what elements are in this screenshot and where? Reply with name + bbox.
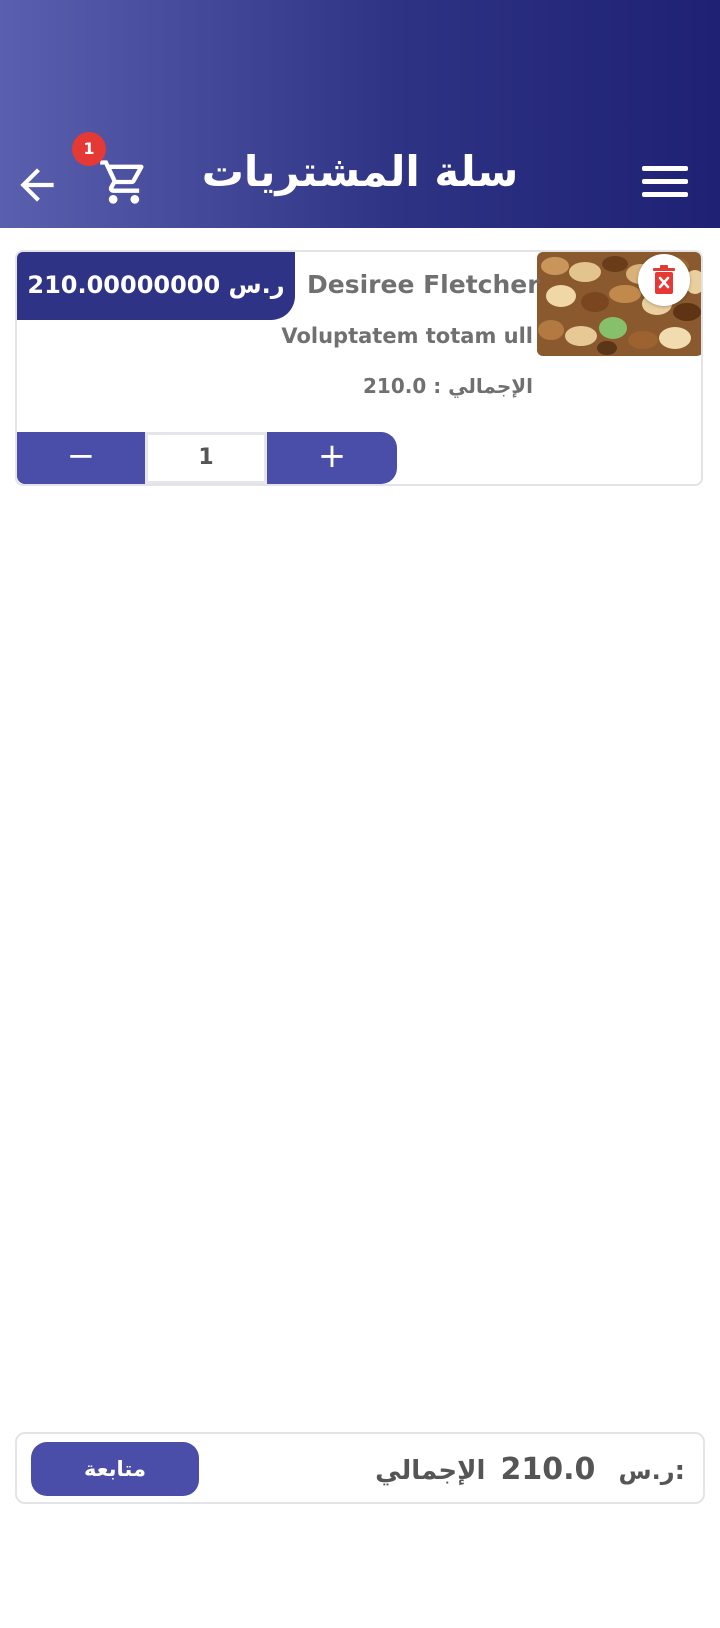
app-header: سلة المشتريات 1 xyxy=(0,0,720,228)
total-currency: ر.س xyxy=(618,1457,675,1485)
price-tag: 210.00000000 ر.س xyxy=(17,252,295,320)
total-amount: 210.0 xyxy=(500,1452,596,1487)
back-arrow-icon xyxy=(20,168,54,202)
delete-icon xyxy=(653,265,675,294)
page-title: سلة المشتريات xyxy=(201,147,519,196)
increase-quantity-button[interactable]: + xyxy=(267,432,397,484)
quantity-value: 1 xyxy=(145,432,267,484)
cart-count-badge: 1 xyxy=(72,132,106,166)
cart-item-card: 210.00000000 ر.س Desiree Fletcher Volupt… xyxy=(15,250,703,486)
menu-icon[interactable] xyxy=(634,158,692,206)
delete-item-button[interactable] xyxy=(638,254,690,306)
cart-icon xyxy=(100,160,144,204)
product-description: Voluptatem totam ull xyxy=(281,324,533,348)
cart-total: ر.س 210.0 الإجمالي: xyxy=(375,1446,685,1494)
item-total: الإجمالي : 210.0 xyxy=(362,374,533,398)
continue-button[interactable]: متابعة xyxy=(31,1442,199,1496)
back-button[interactable] xyxy=(12,160,66,210)
decrease-quantity-button[interactable]: − xyxy=(17,432,145,484)
product-name: Desiree Fletcher xyxy=(307,270,540,299)
quantity-stepper: − 1 + xyxy=(17,432,397,484)
checkout-bar: متابعة ر.س 210.0 الإجمالي: xyxy=(15,1432,705,1504)
cart-button[interactable]: 1 xyxy=(72,132,154,212)
